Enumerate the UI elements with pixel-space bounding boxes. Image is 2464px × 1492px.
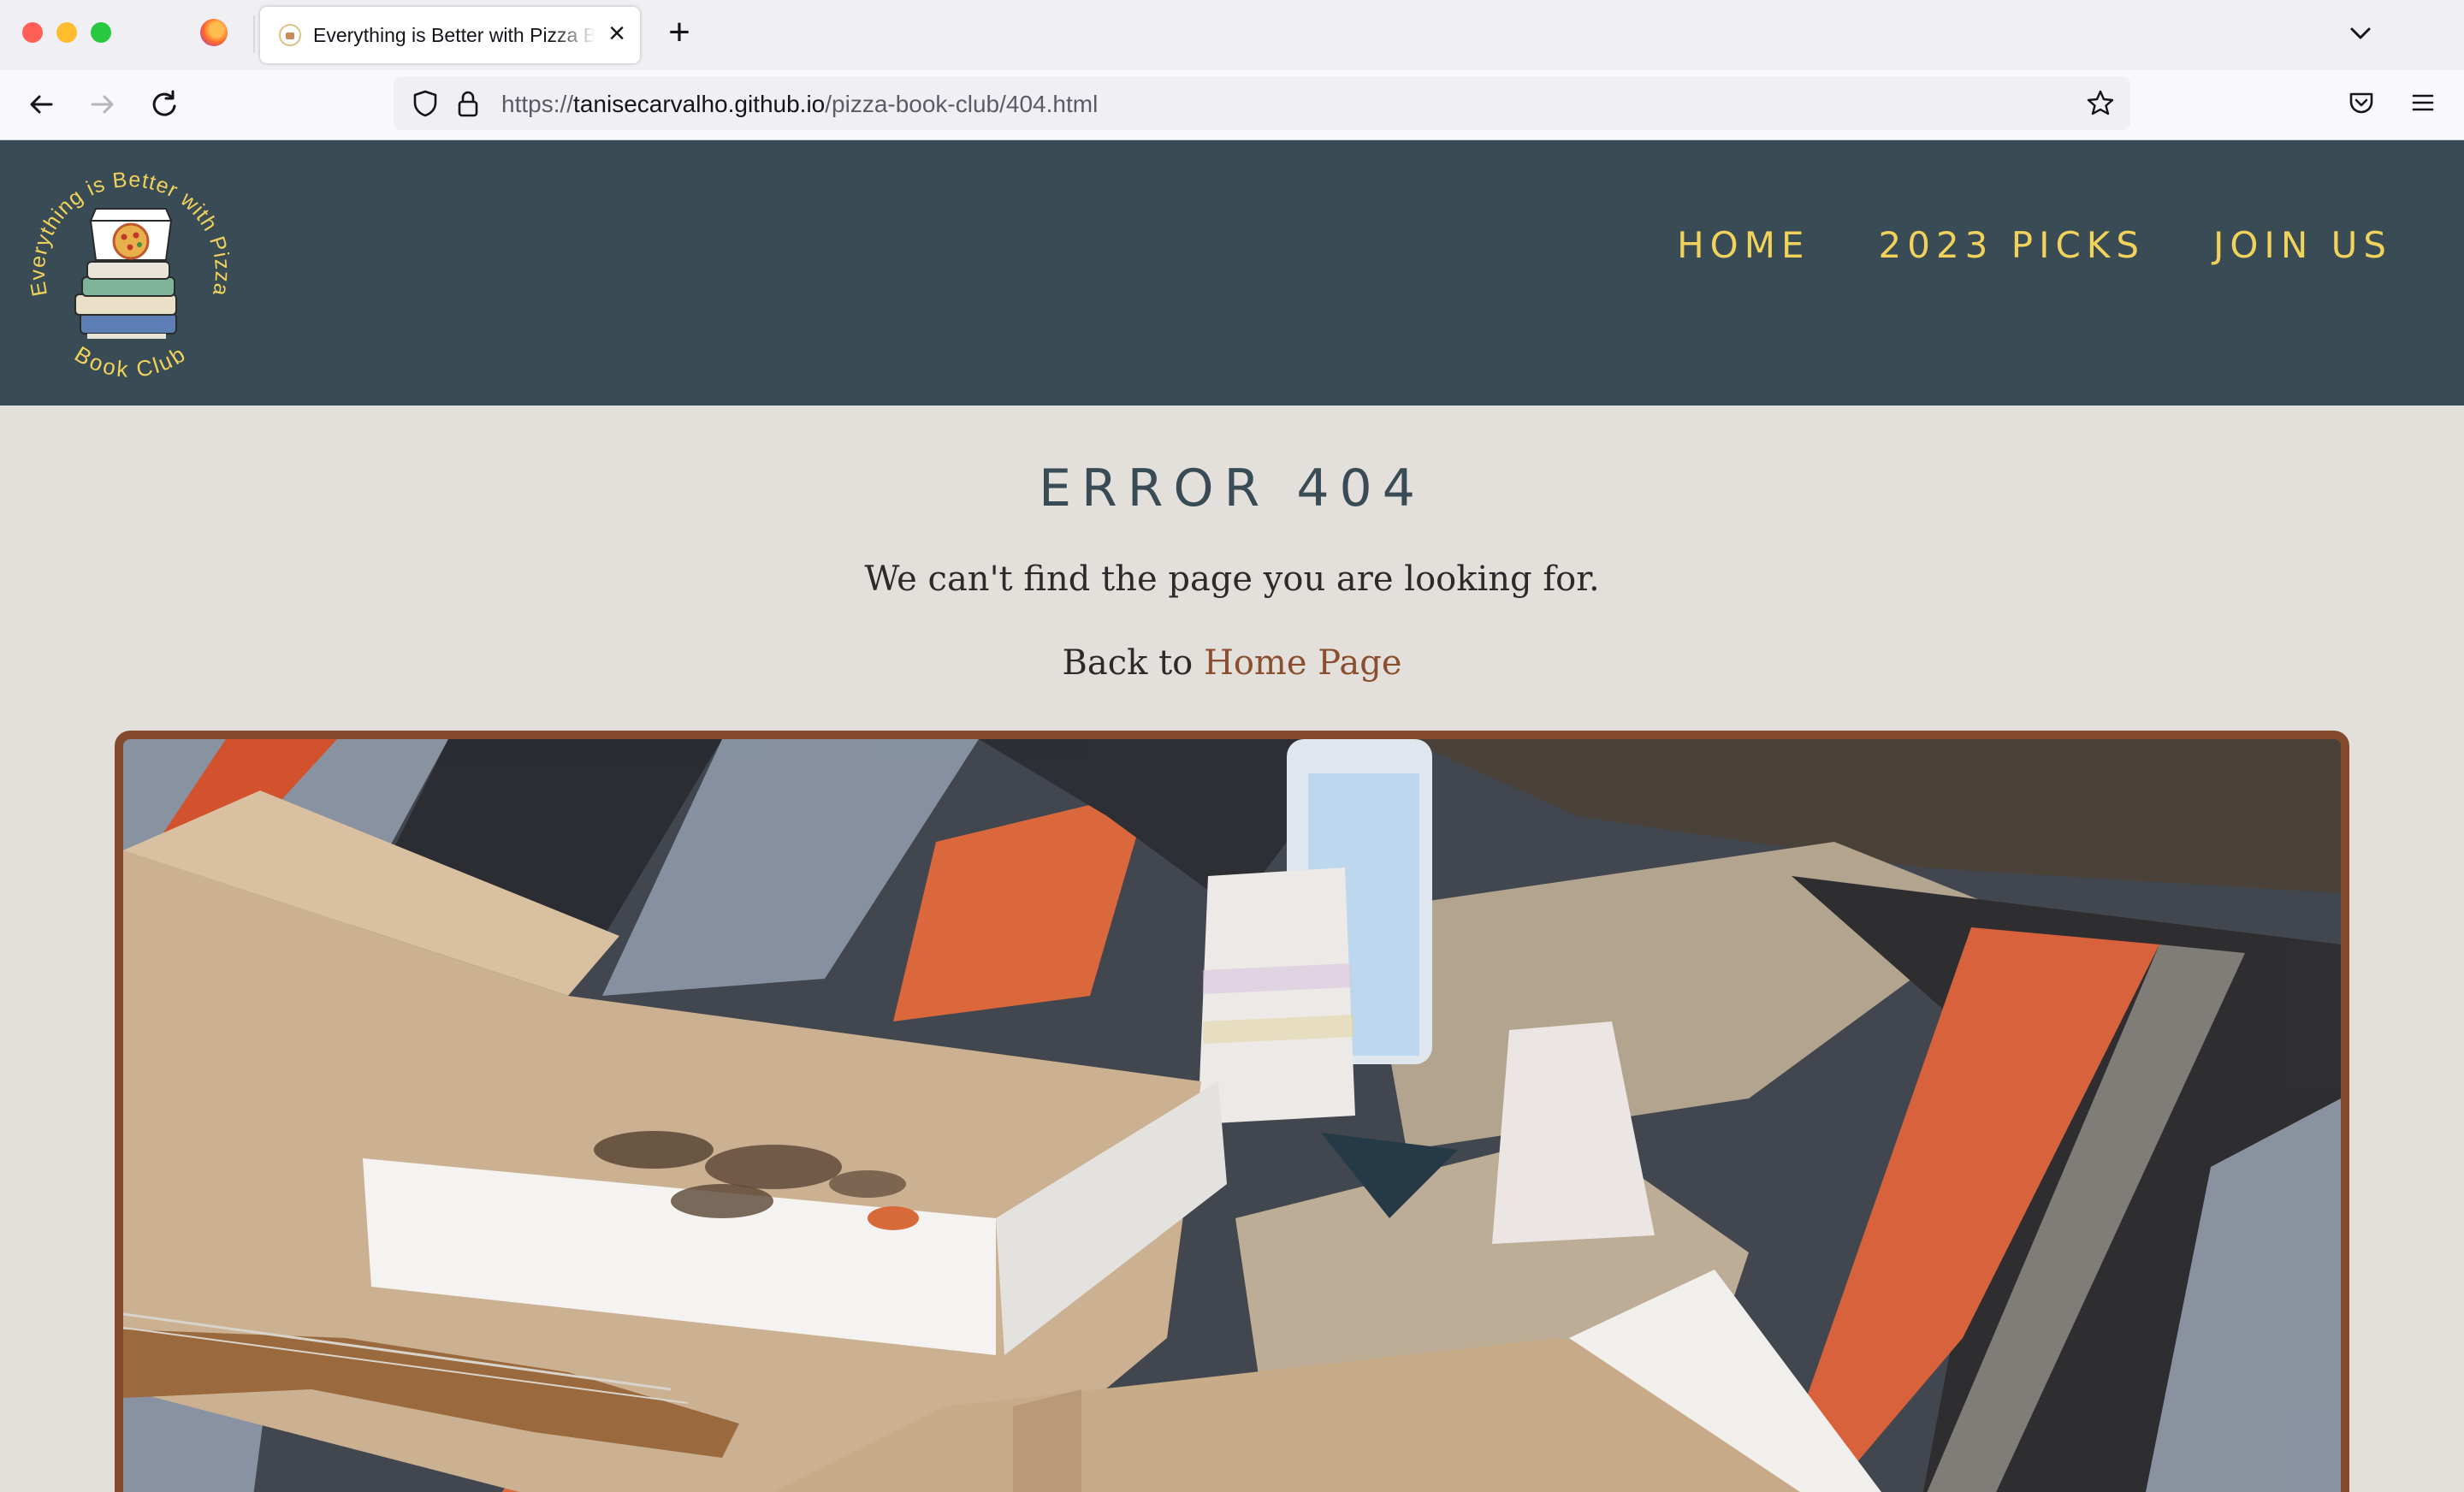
tab-close-icon[interactable]: × (602, 19, 631, 48)
url-text[interactable]: https://tanisecarvalho.github.io/pizza-b… (501, 91, 1098, 118)
main-content: ERROR 404 We can't find the page you are… (0, 406, 2464, 1492)
main-nav: HOME 2023 PICKS JOIN US (1677, 224, 2392, 266)
back-arrow-icon[interactable] (22, 86, 60, 123)
nav-2023-picks-link[interactable]: 2023 PICKS (1879, 224, 2145, 266)
site-header: Everything is Better with Pizza Book Clu… (0, 140, 2464, 406)
url-scheme: https:// (501, 91, 574, 117)
home-page-link[interactable]: Home Page (1204, 643, 1402, 683)
pocket-icon[interactable] (2344, 86, 2378, 120)
nav-join-us-link[interactable]: JOIN US (2213, 224, 2392, 266)
tracking-protection-shield-icon[interactable] (409, 87, 441, 120)
window-maximize-button[interactable] (91, 22, 111, 43)
firefox-view-icon[interactable] (200, 19, 228, 46)
book-club-logo[interactable]: Everything is Better with Pizza Book Clu… (21, 152, 240, 383)
forward-arrow-icon[interactable] (84, 86, 121, 123)
list-all-tabs-icon[interactable] (2344, 17, 2377, 50)
error-message: We can't find the page you are looking f… (864, 560, 1600, 599)
window-minimize-button[interactable] (56, 22, 77, 43)
url-path: /pizza-book-club/404.html (825, 91, 1099, 117)
tab-separator (253, 15, 255, 53)
back-prefix: Back to (1062, 643, 1204, 683)
tab-title: Everything is Better with Pizza Book Clu… (313, 24, 595, 46)
lock-icon[interactable] (452, 87, 484, 120)
address-bar[interactable]: https://tanisecarvalho.github.io/pizza-b… (394, 77, 2130, 130)
browser-tab-strip: Everything is Better with Pizza Book Clu… (0, 0, 2464, 70)
bookmark-star-icon[interactable] (2084, 87, 2117, 120)
pizza-boxes-photo (115, 731, 2349, 1492)
nav-home-link[interactable]: HOME (1677, 224, 1810, 266)
active-tab[interactable]: Everything is Better with Pizza Book Clu… (260, 7, 640, 63)
new-tab-button[interactable]: + (662, 14, 696, 51)
hamburger-menu-icon[interactable] (2406, 86, 2440, 120)
url-host: tanisecarvalho.github.io (573, 91, 826, 117)
logo-text-bottom: Book Club (70, 341, 189, 382)
back-line: Back to Home Page (0, 643, 2464, 683)
svg-text:Book Club: Book Club (70, 341, 190, 382)
tab-favicon-icon (279, 24, 301, 46)
reload-icon[interactable] (145, 86, 183, 123)
window-close-button[interactable] (22, 22, 43, 43)
error-title: ERROR 404 (1039, 459, 1425, 518)
browser-toolbar: https://tanisecarvalho.github.io/pizza-b… (0, 70, 2464, 140)
